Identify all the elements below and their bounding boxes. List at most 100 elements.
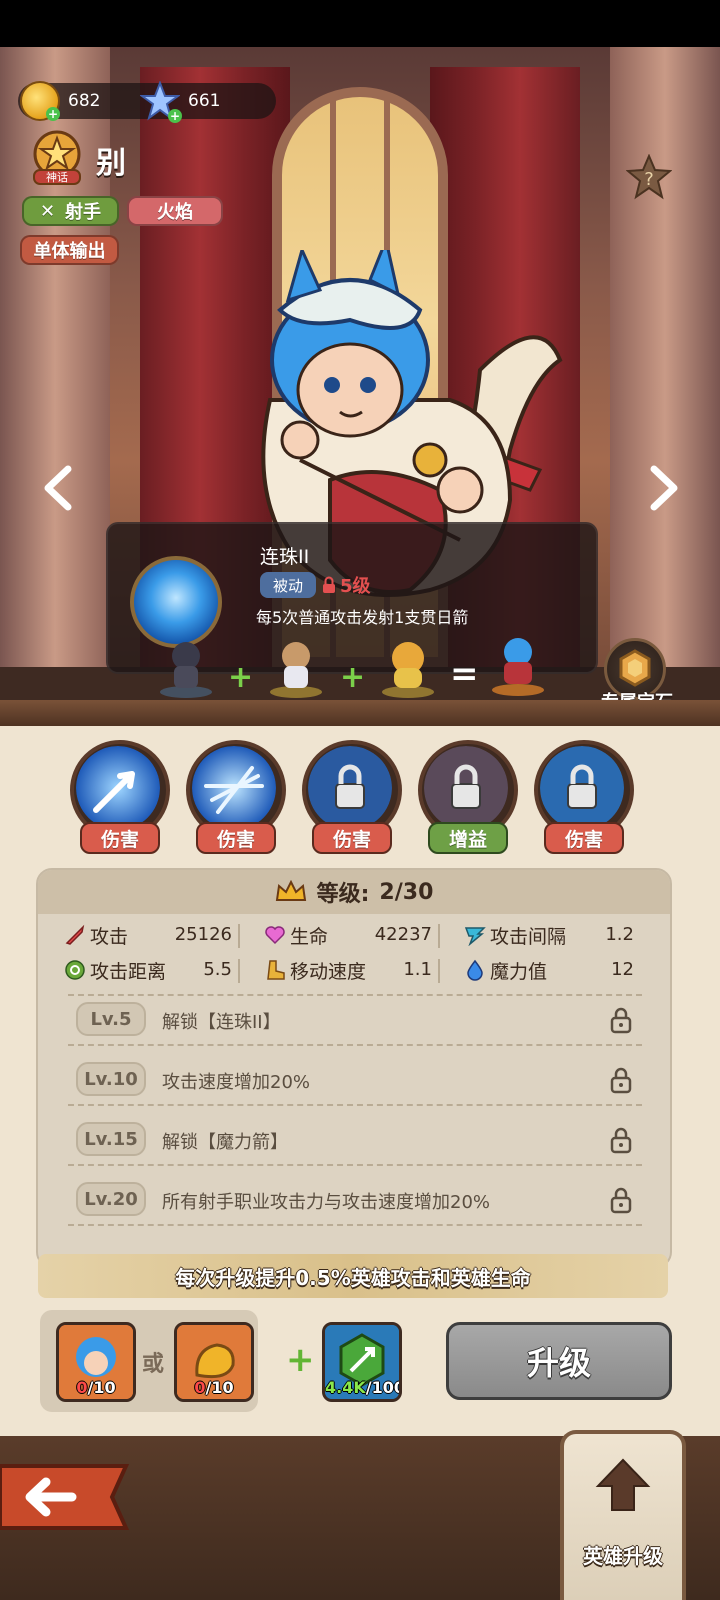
star-gem-icon: + xyxy=(138,80,182,123)
cost-plus: + xyxy=(286,1340,315,1380)
stat-attack-range: 攻击距离 xyxy=(64,955,166,985)
combo-hero-1 xyxy=(160,642,212,698)
stat-attack-interval-value: 1.2 xyxy=(605,924,634,945)
skill-name: 连珠II xyxy=(260,546,310,568)
gold-amount: 682 xyxy=(68,91,101,111)
hero-shard-count: 0/10 xyxy=(76,1378,116,1397)
skill-type-badge: 被动 xyxy=(260,572,316,598)
unlock-level-pill: Lv.5 xyxy=(76,1002,146,1036)
crosshair-icon xyxy=(65,960,85,980)
combo-hero-3 xyxy=(382,642,434,698)
previous-hero-arrow-icon[interactable] xyxy=(40,465,76,511)
next-hero-arrow-icon[interactable] xyxy=(646,465,682,511)
unlock-description: 攻击速度增加20% xyxy=(162,1072,311,1093)
locked-skill-icon xyxy=(308,746,392,830)
gold-coin-icon: + xyxy=(20,81,60,121)
unlock-description: 解锁【魔力箭】 xyxy=(162,1132,288,1153)
unlock-row: Lv.10 攻击速度增加20% xyxy=(68,1054,642,1106)
gem-counter[interactable]: + 661 xyxy=(138,80,221,123)
element-tag: 火焰 xyxy=(127,196,223,226)
water-drop-icon xyxy=(467,959,483,981)
skill-slot-1-label: 伤害 xyxy=(80,822,160,854)
sword-icon xyxy=(65,924,85,945)
upgrade-arrow-icon xyxy=(595,1458,651,1511)
back-button[interactable] xyxy=(0,1460,136,1534)
mythic-rank-badge: 神话 xyxy=(33,130,81,185)
combo-plus-1: + xyxy=(228,660,254,695)
skill-description: 每5次普通攻击发射1支贯日箭 xyxy=(256,608,469,627)
combo-hero-2 xyxy=(270,642,322,698)
svg-text:?: ? xyxy=(644,169,654,190)
skill-unlock-level-text: 5级 xyxy=(340,576,371,597)
role-tag: 单体输出 xyxy=(20,235,119,265)
stat-attack-range-label: 攻击距离 xyxy=(90,960,167,983)
universal-shard-item[interactable]: 0/10 xyxy=(174,1322,254,1402)
lock-icon xyxy=(610,1127,632,1154)
lock-icon xyxy=(610,1067,632,1094)
combo-plus-2: + xyxy=(340,660,366,695)
upgrade-bonus-banner: 每次升级提升0.5%英雄攻击和英雄生命 xyxy=(38,1254,668,1298)
skill-slot-1[interactable]: 伤害 xyxy=(68,740,172,858)
crown-icon xyxy=(275,880,306,901)
combo-result-hero xyxy=(492,638,544,696)
material-item[interactable]: 4.4K/100 xyxy=(322,1322,402,1402)
multi-arrow-skill-icon xyxy=(192,746,276,830)
skill-slot-2-label: 伤害 xyxy=(196,822,276,854)
add-gold-icon[interactable]: + xyxy=(46,107,60,121)
bow-icon: ✕ xyxy=(39,200,56,222)
skill-slot-2[interactable]: 伤害 xyxy=(184,740,288,858)
rank-label: 神话 xyxy=(46,170,68,184)
skill-slot-5[interactable]: 伤害 xyxy=(532,740,636,858)
material-count: 4.4K/100 xyxy=(325,1378,402,1397)
stat-mana-label: 魔力值 xyxy=(490,960,548,983)
panel-ledge xyxy=(0,700,720,726)
unlock-row: Lv.15 解锁【魔力箭】 xyxy=(68,1114,642,1166)
unlock-level-pill: Lv.10 xyxy=(76,1062,146,1096)
level-label: 等级: xyxy=(316,882,370,907)
stat-hp-value: 42237 xyxy=(374,924,432,945)
upgrade-button[interactable]: 升级 xyxy=(446,1322,672,1400)
boot-icon xyxy=(267,960,285,980)
gem-amount: 661 xyxy=(188,91,221,111)
stat-attack-label: 攻击 xyxy=(90,925,129,948)
stat-attack-range-value: 5.5 xyxy=(203,959,232,980)
unlock-level-pill: Lv.15 xyxy=(76,1122,146,1156)
skill-slot-3-label: 伤害 xyxy=(312,822,392,854)
lock-icon xyxy=(610,1007,632,1034)
locked-buff-skill-icon xyxy=(424,746,508,830)
unlock-description: 解锁【连珠II】 xyxy=(162,1012,281,1033)
skill-slot-5-label: 伤害 xyxy=(544,822,624,854)
skill-slot-4[interactable]: 增益 xyxy=(416,740,520,858)
stat-attack: 攻击 xyxy=(64,920,128,950)
or-text: 或 xyxy=(142,1352,165,1377)
stat-move-speed-value: 1.1 xyxy=(403,959,432,980)
unlock-row: Lv.5 解锁【连珠II】 xyxy=(68,994,642,1046)
stat-mana-value: 12 xyxy=(611,959,634,980)
winged-sword-icon xyxy=(464,927,486,946)
add-gems-icon[interactable]: + xyxy=(168,109,182,123)
stat-move-speed: 移动速度 xyxy=(264,955,366,985)
stat-hp-label: 生命 xyxy=(290,925,329,948)
stat-move-speed-label: 移动速度 xyxy=(290,960,367,983)
level-value: 2/30 xyxy=(379,879,434,905)
class-tag-label: 射手 xyxy=(65,202,102,223)
gold-counter[interactable]: + 682 xyxy=(20,81,101,121)
stat-mana: 魔力值 xyxy=(464,955,547,985)
hero-upgrade-tab[interactable]: 英雄升级 xyxy=(560,1430,686,1600)
stat-attack-interval: 攻击间隔 xyxy=(464,920,566,950)
heart-icon xyxy=(265,926,285,945)
skill-slot-3[interactable]: 伤害 xyxy=(300,740,404,858)
hero-upgrade-tab-label: 英雄升级 xyxy=(583,1544,663,1568)
hero-shard-item[interactable]: 0/10 xyxy=(56,1322,136,1402)
universal-shard-count: 0/10 xyxy=(194,1378,234,1397)
locked-skill-icon xyxy=(540,746,624,830)
status-bar-area xyxy=(0,0,720,47)
stat-hp: 生命 xyxy=(264,920,328,950)
lock-icon xyxy=(610,1187,632,1214)
hero-name: 别 xyxy=(96,146,126,181)
class-tag: ✕ 射手 xyxy=(22,196,119,226)
combo-equals: = xyxy=(450,654,479,694)
help-star-icon[interactable]: ? xyxy=(626,154,672,200)
arrow-skill-icon xyxy=(76,746,160,830)
skill-slot-4-label: 增益 xyxy=(428,822,508,854)
